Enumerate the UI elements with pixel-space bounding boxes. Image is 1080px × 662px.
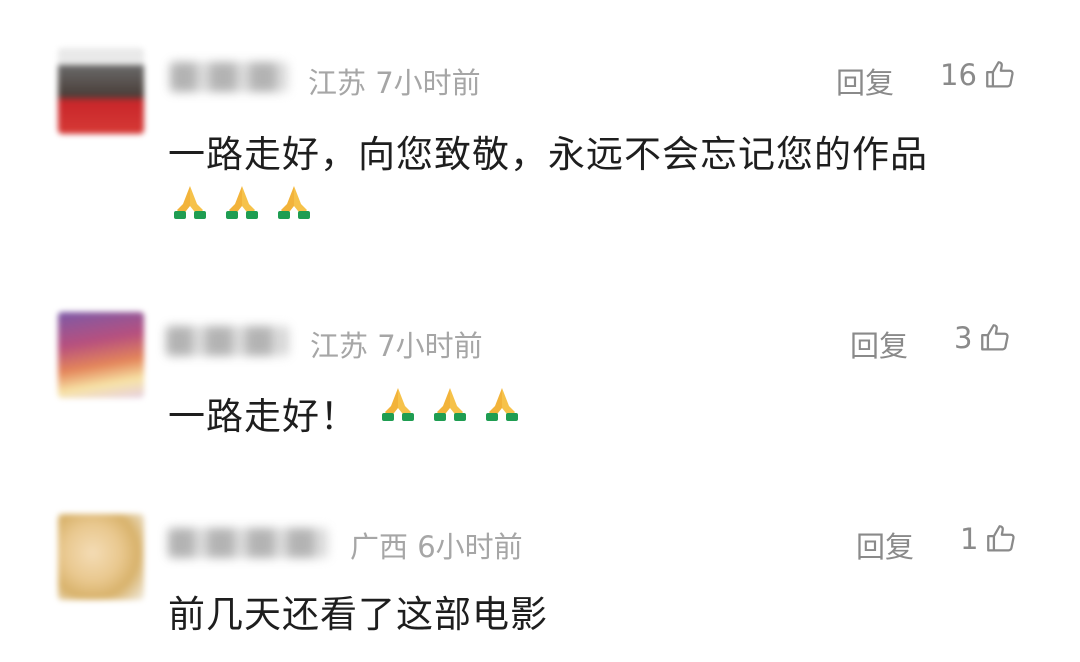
comment-text: 一路走好，向您致敬，永远不会忘记您的作品 xyxy=(168,133,928,176)
comment-text: 一路走好！ xyxy=(168,395,358,438)
region-label: 江苏 xyxy=(308,66,367,100)
thumbs-up-icon xyxy=(981,324,1010,351)
emoji-row xyxy=(376,382,524,424)
avatar[interactable] xyxy=(58,312,144,398)
region-label: 江苏 xyxy=(310,329,369,363)
username-blurred[interactable] xyxy=(166,326,288,356)
comment-meta: 江苏 7小时前 xyxy=(310,323,483,365)
folded-hands-emoji-icon xyxy=(382,388,414,421)
thumbs-up-icon xyxy=(987,525,1016,552)
like-count: 16 xyxy=(940,58,977,92)
timestamp: 6小时前 xyxy=(417,530,523,564)
folded-hands-emoji-icon xyxy=(174,186,206,219)
reply-button[interactable]: 回复 xyxy=(850,323,908,365)
comment-meta: 江苏 7小时前 xyxy=(308,60,481,102)
timestamp: 7小时前 xyxy=(377,329,483,363)
folded-hands-emoji-icon xyxy=(486,388,518,421)
avatar[interactable] xyxy=(58,48,144,134)
folded-hands-emoji-icon xyxy=(226,186,258,219)
folded-hands-emoji-icon xyxy=(434,388,466,421)
username-blurred[interactable] xyxy=(170,62,288,92)
reply-button[interactable]: 回复 xyxy=(856,524,914,566)
timestamp: 7小时前 xyxy=(375,66,481,100)
folded-hands-emoji-icon xyxy=(278,186,310,219)
like-count: 1 xyxy=(960,522,979,556)
like-count: 3 xyxy=(954,321,973,355)
like-button[interactable]: 16 xyxy=(940,58,1017,92)
comment-text: 前几天还看了这部电影 xyxy=(168,593,548,636)
username-blurred[interactable] xyxy=(168,528,328,558)
comment-meta: 广西 6小时前 xyxy=(350,524,523,566)
region-label: 广西 xyxy=(350,530,409,564)
avatar[interactable] xyxy=(58,514,144,600)
thumbs-up-icon xyxy=(986,61,1014,88)
reply-button[interactable]: 回复 xyxy=(836,60,894,102)
emoji-row xyxy=(168,180,316,222)
like-button[interactable]: 1 xyxy=(960,522,1018,556)
like-button[interactable]: 3 xyxy=(954,321,1012,355)
